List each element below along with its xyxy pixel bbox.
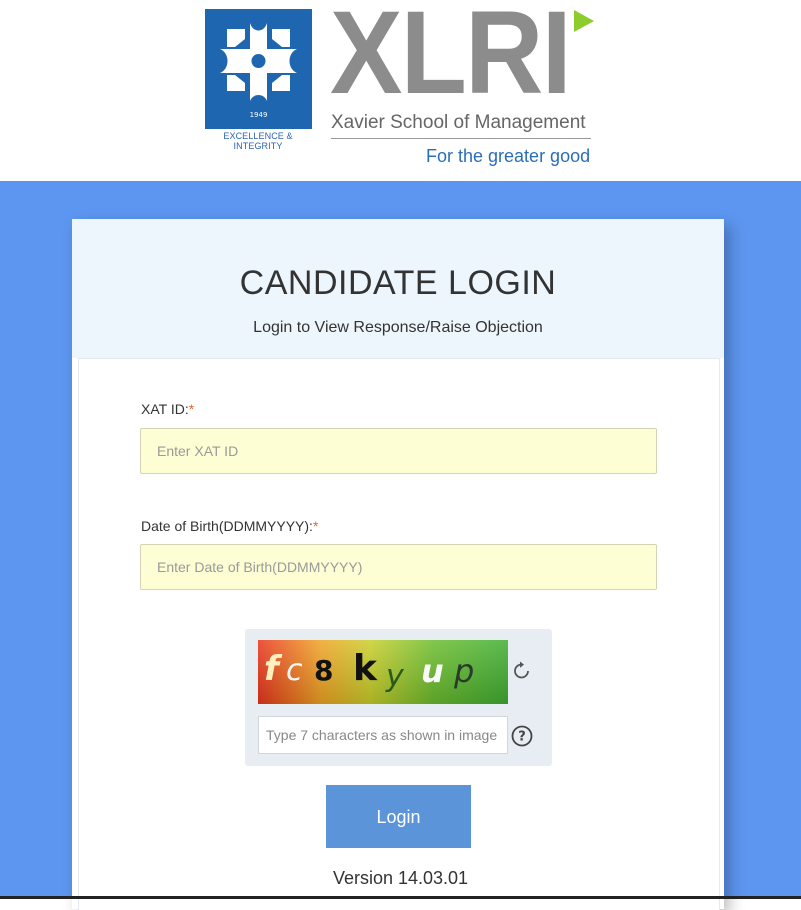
emblem-year: 1949 xyxy=(250,111,268,119)
captcha-char: p xyxy=(453,652,474,690)
login-card-header: CANDIDATE LOGIN Login to View Response/R… xyxy=(72,219,724,358)
header-divider xyxy=(331,138,591,139)
captcha-char: 8 xyxy=(314,654,333,687)
svg-text:?: ? xyxy=(518,730,526,745)
captcha-char: u xyxy=(421,652,444,690)
required-mark: * xyxy=(312,518,319,534)
xat-id-label: XAT ID:* xyxy=(141,401,195,417)
xlri-wordmark: XLRI xyxy=(330,0,572,119)
motto: For the greater good xyxy=(426,146,591,166)
xat-id-input[interactable] xyxy=(140,428,657,474)
dob-label: Date of Birth(DDMMYYYY):* xyxy=(141,518,319,534)
xlri-emblem-logo: 1949 xyxy=(205,9,312,129)
captcha-char: y xyxy=(385,659,405,694)
page-title: CANDIDATE LOGIN xyxy=(239,264,557,302)
required-mark: * xyxy=(188,401,195,417)
login-button[interactable]: Login xyxy=(326,785,471,848)
captcha-image: f c 8 k y u p xyxy=(258,640,508,704)
emblem-tagline: EXCELLENCE & INTEGRITY xyxy=(223,131,293,151)
site-header: 1949 EXCELLENCE & INTEGRITY XLRI Xavier … xyxy=(0,0,801,181)
school-name: Xavier School of Management xyxy=(331,112,586,133)
page-subtitle: Login to View Response/Raise Objection xyxy=(253,319,543,336)
version-text: Version 14.03.01 xyxy=(332,868,469,888)
captcha-panel: f c 8 k y u p ? xyxy=(245,629,552,766)
captcha-char: c xyxy=(286,653,303,688)
refresh-icon[interactable] xyxy=(511,660,533,682)
dob-input[interactable] xyxy=(140,544,657,590)
help-icon[interactable]: ? xyxy=(511,725,533,747)
captcha-char: k xyxy=(353,648,378,689)
captcha-input[interactable] xyxy=(258,716,508,754)
green-triangle-icon xyxy=(574,10,594,32)
